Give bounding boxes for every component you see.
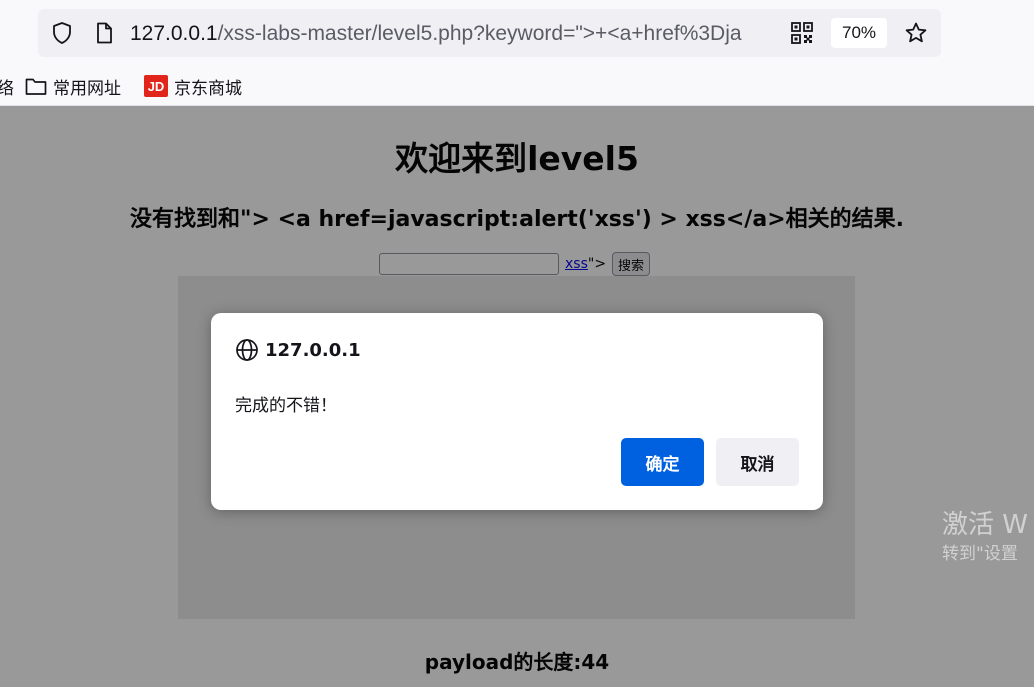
cancel-button[interactable]: 取消	[716, 438, 799, 486]
shield-icon[interactable]	[50, 21, 74, 45]
watermark-line2: 转到"设置	[942, 544, 1018, 564]
watermark-line1: 激活 W	[942, 510, 1028, 540]
url-host: 127.0.0.1	[130, 22, 218, 45]
activation-watermark: 激活 W 转到"设置	[942, 508, 1028, 566]
jd-logo-icon: JD	[144, 75, 168, 97]
ok-button[interactable]: 确定	[621, 438, 704, 486]
bookmark-label: 常用网址	[53, 78, 121, 99]
globe-icon	[235, 338, 259, 362]
alert-dialog: 127.0.0.1 完成的不错！ 确定 取消	[211, 313, 823, 510]
bookmark-label: 京东商城	[174, 78, 242, 99]
url-bar[interactable]: 127.0.0.1/xss-labs-master/level5.php?key…	[38, 9, 941, 57]
qr-code-icon[interactable]	[790, 21, 814, 45]
page-icon	[92, 21, 116, 45]
bookmark-partial-label: 络	[0, 78, 14, 99]
bookmark-folder-common[interactable]: 常用网址	[25, 72, 121, 100]
bookmarks-bar: 络 常用网址 JD 京东商城	[0, 66, 1034, 106]
folder-icon	[25, 76, 47, 96]
url-fade	[752, 17, 788, 49]
bookmark-jd[interactable]: JD 京东商城	[144, 72, 242, 100]
dialog-origin: 127.0.0.1	[265, 339, 361, 361]
browser-toolbar: 127.0.0.1/xss-labs-master/level5.php?key…	[0, 0, 1034, 66]
zoom-level-badge[interactable]: 70%	[831, 18, 887, 48]
dialog-message: 完成的不错！	[235, 396, 337, 416]
dialog-header: 127.0.0.1	[235, 337, 361, 363]
url-text[interactable]: 127.0.0.1/xss-labs-master/level5.php?key…	[130, 20, 782, 48]
url-path: /xss-labs-master/level5.php?keyword=">+<…	[217, 22, 742, 45]
star-icon[interactable]	[904, 21, 928, 45]
bookmark-partial[interactable]: 络	[0, 72, 14, 100]
